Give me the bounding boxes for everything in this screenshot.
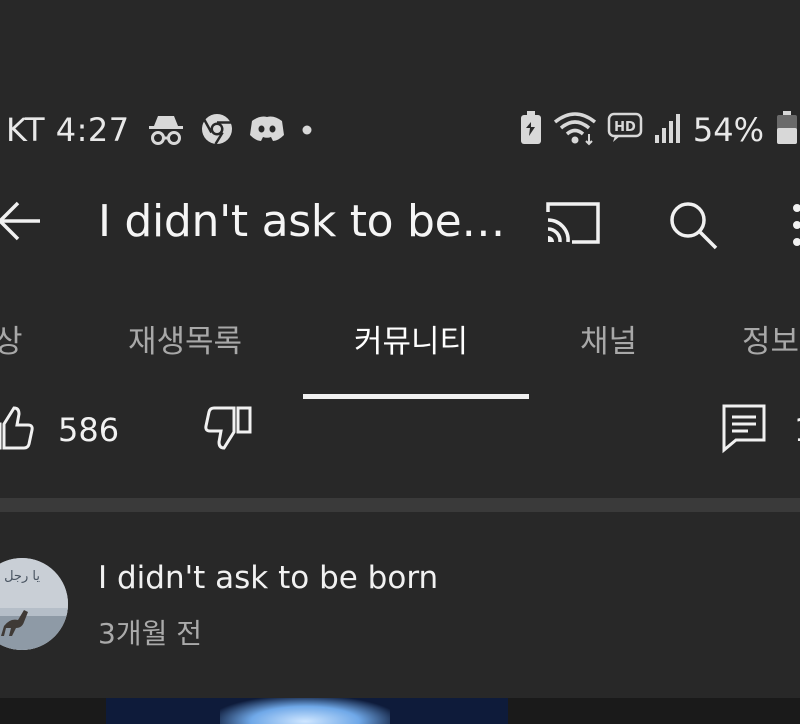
cast-icon	[546, 202, 600, 244]
carrier-label: KT	[6, 111, 46, 149]
post-image-glow	[220, 698, 390, 724]
battery-percent: 54%	[692, 111, 764, 149]
chrome-icon	[200, 112, 234, 150]
thumbs-down-icon	[204, 406, 252, 450]
post-timestamp: 3개월 전	[98, 617, 202, 650]
search-button[interactable]	[666, 198, 720, 252]
battery-icon	[774, 110, 800, 150]
svg-text:HD: HD	[614, 120, 636, 135]
back-button[interactable]	[0, 196, 44, 246]
like-button[interactable]	[0, 404, 34, 452]
community-post: يا رجل I didn't ask to be born 3개월 전	[0, 540, 800, 660]
post-image[interactable]	[0, 698, 800, 724]
channel-title: I didn't ask to be…	[98, 196, 506, 247]
more-button[interactable]	[782, 198, 800, 252]
tab-videos[interactable]: 상	[0, 320, 23, 364]
comments-count: 1	[794, 408, 800, 452]
tab-channels[interactable]: 채널	[580, 320, 637, 364]
youtube-community-screen: KT 4:27 HD 54% I didn't ask to be… 상 재생목…	[0, 0, 800, 724]
wifi-icon	[553, 110, 597, 150]
hd-voice-icon: HD	[607, 112, 643, 148]
battery-saver-icon	[519, 110, 543, 150]
dislike-button[interactable]	[204, 404, 254, 454]
notification-dot-icon	[300, 122, 314, 141]
clock-time: 4:27	[55, 111, 130, 149]
avatar-image: يا رجل	[0, 558, 68, 650]
status-left-icons	[146, 112, 314, 150]
app-bar: I didn't ask to be…	[0, 182, 800, 262]
like-count: 586	[58, 411, 120, 449]
tab-community[interactable]: 커뮤니티	[354, 320, 468, 364]
thumbs-up-icon	[0, 406, 34, 450]
back-arrow-icon	[0, 201, 40, 241]
incognito-icon	[146, 112, 186, 150]
cast-button[interactable]	[544, 200, 602, 246]
tab-playlists[interactable]: 재생목록	[128, 320, 242, 364]
tab-about[interactable]: 정보	[742, 320, 799, 364]
avatar[interactable]: يا رجل	[0, 558, 68, 650]
channel-tabs: 상 재생목록 커뮤니티 채널 정보	[0, 316, 800, 402]
comment-icon	[722, 404, 766, 454]
avatar-text: يا رجل	[4, 569, 40, 584]
section-divider	[0, 498, 800, 512]
more-vert-icon	[793, 204, 800, 246]
search-icon	[670, 202, 718, 250]
post-author[interactable]: I didn't ask to be born	[98, 556, 438, 600]
status-bar: KT 4:27 HD 54%	[0, 100, 800, 160]
post-actions: 586 1	[0, 398, 800, 468]
comments-button[interactable]	[720, 402, 768, 456]
discord-icon	[248, 113, 286, 149]
signal-icon	[653, 111, 683, 149]
carrier-time: KT 4:27	[6, 110, 130, 150]
status-right: HD 54%	[519, 110, 800, 150]
